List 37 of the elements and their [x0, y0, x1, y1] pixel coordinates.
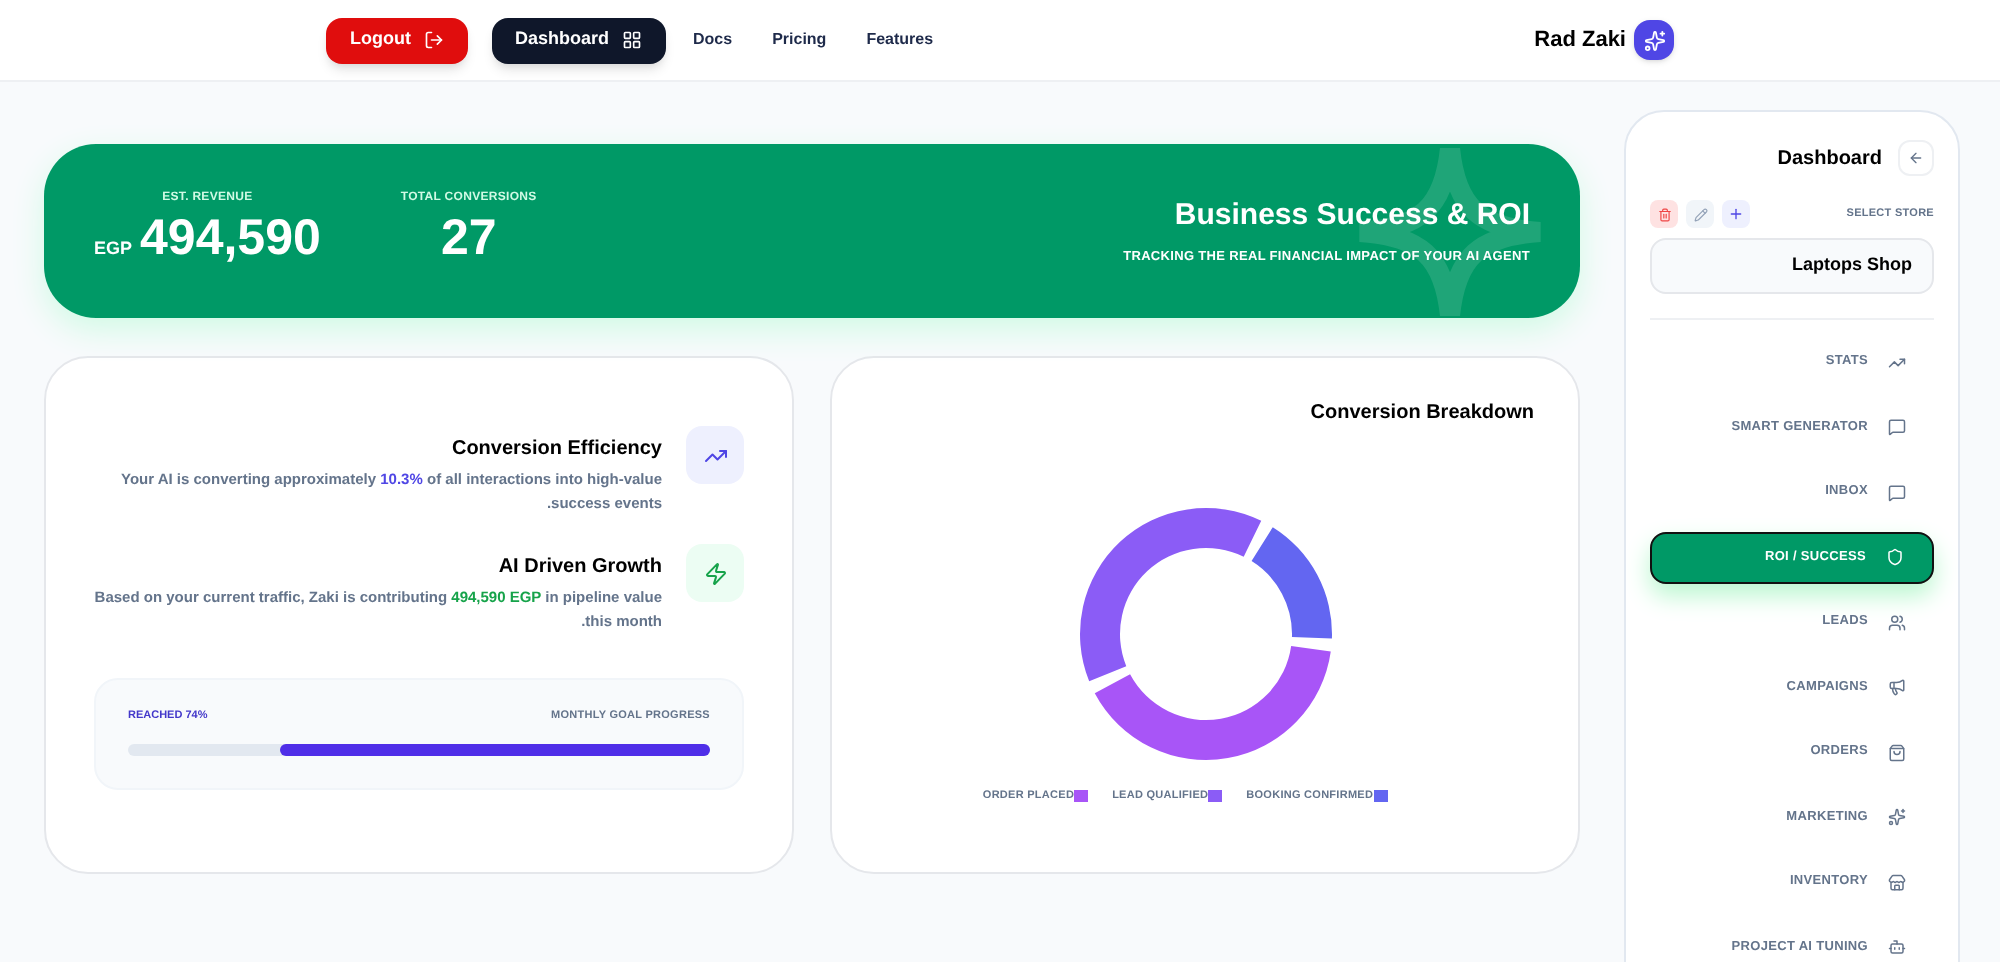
trend-icon: [1888, 353, 1906, 371]
bag-icon: [1888, 743, 1906, 761]
chat-icon: [1888, 483, 1906, 501]
stat-value: 494,590: [140, 208, 321, 271]
users-icon: [1888, 613, 1906, 631]
user-name: Rad Zaki: [1534, 25, 1626, 56]
lightning-icon: [703, 561, 727, 585]
shield-icon: [1886, 548, 1904, 566]
edit-button[interactable]: [1686, 200, 1714, 228]
stat-value: 27: [440, 208, 497, 271]
nav-link[interactable]: Pricing: [772, 28, 827, 52]
banner-title: Business Success & ROI: [1174, 196, 1530, 237]
sparkle-icon: [1888, 808, 1906, 826]
avatar-icon[interactable]: [1634, 20, 1674, 60]
plus-icon: [1728, 206, 1744, 222]
logout-icon: [423, 30, 443, 50]
logout-button[interactable]: Logout: [326, 17, 467, 63]
nav-link[interactable]: Docs: [693, 28, 733, 52]
nav-link[interactable]: Features: [866, 28, 934, 52]
megaphone-icon: [1888, 678, 1906, 696]
sidebar-title: Dashboard: [1777, 145, 1882, 173]
trash-icon: [1657, 207, 1671, 221]
insight-title: AI Driven Growth: [498, 554, 662, 582]
store-select[interactable]: Laptops Shop: [1650, 238, 1934, 294]
card-title: Conversion Breakdown: [1310, 400, 1534, 428]
currency-label: EGP: [94, 236, 133, 263]
back-arrow-icon: [1908, 150, 1924, 166]
delete-button[interactable]: [1650, 200, 1678, 228]
pencil-icon: [1693, 207, 1707, 221]
dashboard-button[interactable]: Dashboard: [491, 17, 666, 63]
back-button[interactable]: [1898, 140, 1934, 176]
chat-icon: [1888, 418, 1906, 436]
grid-icon: [621, 30, 642, 50]
bot-icon: [1888, 938, 1906, 956]
store-icon: [1888, 873, 1906, 891]
add-button[interactable]: [1722, 200, 1750, 228]
insight-title: Conversion Efficiency: [451, 436, 662, 464]
